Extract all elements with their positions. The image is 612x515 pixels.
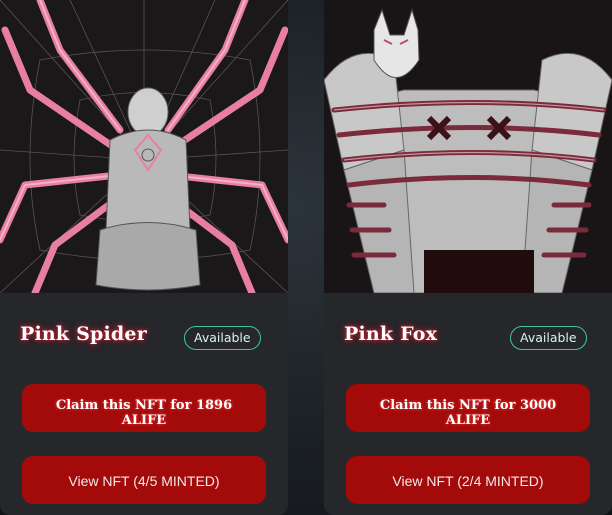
status-badge: Available [510, 326, 587, 350]
status-badge: Available [184, 326, 261, 350]
nft-title: Pink Fox [344, 323, 438, 345]
nft-gallery: Pink Spider Available Claim this NFT for… [0, 0, 612, 515]
view-nft-button[interactable]: View NFT (2/4 MINTED) [346, 456, 590, 504]
pink-spider-artwork [0, 0, 288, 293]
view-nft-button[interactable]: View NFT (4/5 MINTED) [22, 456, 266, 504]
nft-artwork-image[interactable] [324, 0, 612, 293]
claim-nft-button[interactable]: Claim this NFT for 1896 ALIFE [22, 384, 266, 432]
nft-card-pink-fox: Pink Fox Available Claim this NFT for 30… [324, 0, 612, 515]
pink-fox-artwork [324, 0, 612, 293]
claim-nft-button[interactable]: Claim this NFT for 3000 ALIFE [346, 384, 590, 432]
nft-title: Pink Spider [20, 323, 147, 345]
nft-card-pink-spider: Pink Spider Available Claim this NFT for… [0, 0, 288, 515]
nft-artwork-image[interactable] [0, 0, 288, 293]
